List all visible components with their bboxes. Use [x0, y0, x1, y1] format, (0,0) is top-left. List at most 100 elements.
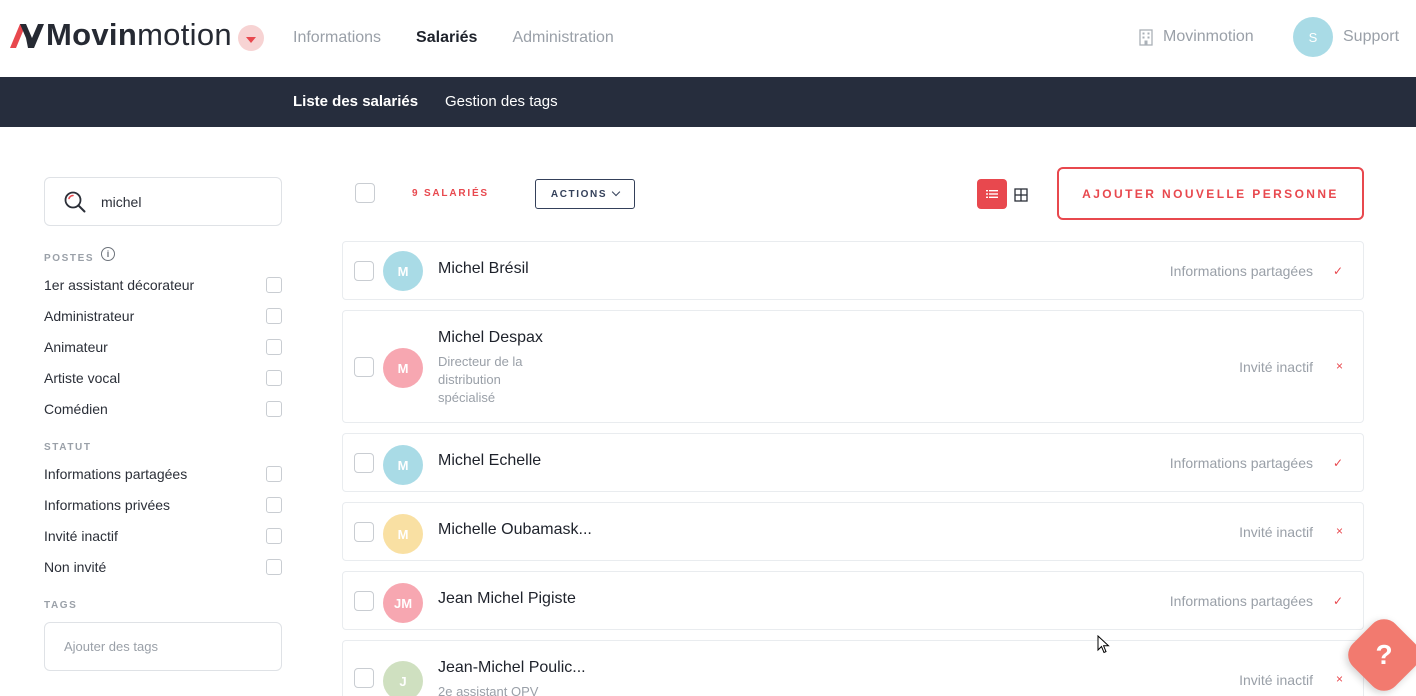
person-status: Invité inactif [1239, 359, 1313, 375]
nav-item-administration[interactable]: Administration [512, 28, 613, 48]
person-avatar: M [383, 445, 423, 485]
add-person-button[interactable]: AJOUTER NOUVELLE PERSONNE [1057, 167, 1364, 220]
filter-label: Invité inactif [44, 528, 118, 544]
person-job: Directeur de la distribution spécialisé [438, 354, 523, 405]
row-checkbox[interactable] [354, 522, 374, 542]
filter-poste-row: Comédien [44, 399, 282, 419]
filter-statut-row: Non invité [44, 557, 282, 577]
row-checkbox[interactable] [354, 453, 374, 473]
filter-checkbox[interactable] [266, 466, 282, 482]
row-checkbox[interactable] [354, 261, 374, 281]
mouse-cursor-icon [1097, 635, 1110, 654]
filter-label: Animateur [44, 339, 108, 355]
filter-label: Comédien [44, 401, 108, 417]
filter-checkbox[interactable] [266, 528, 282, 544]
support-label: Support [1343, 28, 1400, 45]
main-nav: Informations Salariés Administration [293, 28, 649, 48]
organization-name: Movinmotion [1163, 28, 1254, 45]
search-input[interactable] [101, 193, 251, 210]
list-view-button[interactable] [977, 179, 1007, 209]
search-icon [63, 190, 87, 214]
person-name[interactable]: Michel Despax [438, 329, 543, 347]
logo-text-light: motion [137, 16, 232, 52]
list-icon [986, 190, 998, 198]
subnav-liste-salaries[interactable]: Liste des salariés [293, 93, 418, 110]
search-box [44, 177, 282, 226]
person-name[interactable]: Michelle Oubamask... [438, 521, 592, 539]
person-status: Invité inactif [1239, 672, 1313, 688]
person-avatar: M [383, 514, 423, 554]
person-name[interactable]: Jean Michel Pigiste [438, 590, 576, 608]
logo-text-bold: Movin [46, 16, 138, 52]
filter-checkbox[interactable] [266, 308, 282, 324]
filter-poste-row: Administrateur [44, 306, 282, 326]
postes-title: POSTES [44, 253, 95, 264]
filter-checkbox[interactable] [266, 370, 282, 386]
row-checkbox[interactable] [354, 357, 374, 377]
filter-checkbox[interactable] [266, 559, 282, 575]
filter-checkbox[interactable] [266, 339, 282, 355]
filter-checkbox[interactable] [266, 497, 282, 513]
person-name[interactable]: Michel Brésil [438, 260, 529, 278]
grid-view-icon[interactable] [1014, 188, 1028, 202]
person-job: 2e assistant OPV [438, 684, 539, 696]
person-row[interactable]: M Michel Brésil Informations partagées ✓ [342, 241, 1364, 300]
logo-mark-icon [10, 24, 44, 48]
filter-poste-row: 1er assistant décorateur [44, 275, 282, 295]
filter-checkbox[interactable] [266, 401, 282, 417]
filter-label: Informations privées [44, 497, 171, 513]
filter-checkbox[interactable] [266, 277, 282, 293]
tags-input[interactable] [64, 639, 264, 654]
check-icon: ✓ [1332, 264, 1343, 278]
support-menu[interactable]: S Support [1293, 17, 1399, 57]
tags-title: TAGS [44, 600, 78, 611]
chevron-down-icon [611, 187, 621, 197]
statut-title: STATUT [44, 442, 92, 453]
person-status: Informations partagées [1169, 593, 1313, 609]
person-name[interactable]: Michel Echelle [438, 452, 541, 470]
filter-poste-row: Artiste vocal [44, 368, 282, 388]
person-row[interactable]: J Jean-Michel Poulic... 2e assistant OPV… [342, 640, 1364, 696]
cross-icon: × [1335, 524, 1343, 538]
filter-poste-row: Animateur [44, 337, 282, 357]
filter-statut-row: Informations partagées [44, 464, 282, 484]
nav-item-informations[interactable]: Informations [293, 28, 381, 48]
employee-count: 9 SALARIÉS [412, 188, 489, 199]
filter-label: 1er assistant décorateur [44, 277, 195, 293]
movinmotion-logo[interactable]: Movinmotion [10, 14, 232, 54]
person-status: Informations partagées [1169, 263, 1313, 279]
help-question-icon[interactable]: ? [1354, 625, 1414, 685]
person-avatar: M [383, 251, 423, 291]
building-icon [1139, 28, 1153, 46]
nav-item-salaries[interactable]: Salariés [416, 28, 477, 48]
person-row[interactable]: JM Jean Michel Pigiste Informations part… [342, 571, 1364, 630]
person-status: Informations partagées [1169, 455, 1313, 471]
person-row[interactable]: M Michelle Oubamask... Invité inactif × [342, 502, 1364, 561]
filter-statut-row: Invité inactif [44, 526, 282, 546]
user-avatar: S [1293, 17, 1333, 57]
info-icon[interactable]: i [101, 247, 115, 261]
subnav-gestion-tags[interactable]: Gestion des tags [445, 93, 558, 110]
filter-statut-row: Informations privées [44, 495, 282, 515]
top-header: Movinmotion Informations Salariés Admini… [0, 0, 1416, 77]
select-all-checkbox[interactable] [355, 183, 375, 203]
caret-down-icon [246, 36, 256, 43]
cross-icon: × [1335, 672, 1343, 686]
actions-dropdown[interactable]: ACTIONS [535, 179, 635, 209]
sub-nav: Liste des salariés Gestion des tags [0, 77, 1416, 127]
check-icon: ✓ [1332, 594, 1343, 608]
filter-label: Non invité [44, 559, 107, 575]
person-row[interactable]: M Michel Echelle Informations partagées … [342, 433, 1364, 492]
person-avatar: JM [383, 583, 423, 623]
person-avatar: M [383, 348, 423, 388]
actions-label: ACTIONS [550, 188, 608, 200]
company-dropdown-button[interactable] [238, 25, 264, 51]
organization-switcher[interactable]: Movinmotion [1139, 28, 1254, 46]
check-icon: ✓ [1332, 456, 1343, 470]
person-row[interactable]: M Michel Despax Directeur de la distribu… [342, 310, 1364, 423]
tags-box [44, 622, 282, 671]
row-checkbox[interactable] [354, 668, 374, 688]
person-name[interactable]: Jean-Michel Poulic... [438, 659, 586, 677]
row-checkbox[interactable] [354, 591, 374, 611]
person-avatar: J [383, 661, 423, 696]
